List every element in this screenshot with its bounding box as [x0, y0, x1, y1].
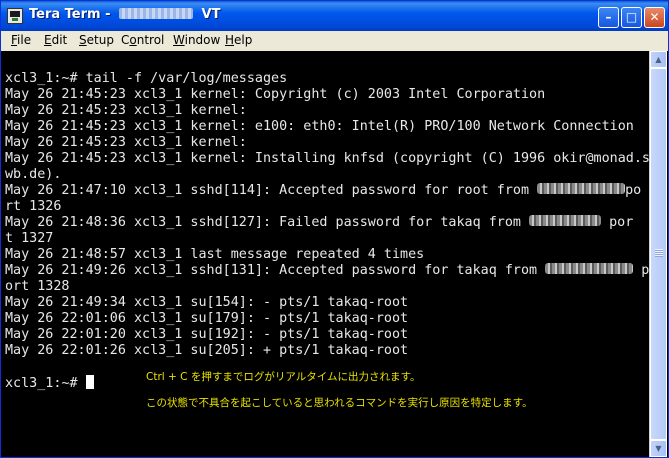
menu-setup[interactable]: Setup [79, 33, 114, 47]
terminal-line: May 26 21:48:36 xcl3_1 sshd[127]: Failed… [5, 215, 633, 231]
scroll-thumb[interactable] [650, 68, 667, 440]
terminal-prompt-line: xcl3_1:~# [5, 375, 94, 391]
annotation-ctrl-c: Ctrl + C を押すまでログがリアルタイムに出力されます。 [146, 371, 421, 383]
maximize-button[interactable]: □ [621, 7, 642, 28]
terminal-line: May 26 21:45:23 xcl3_1 kernel: [5, 135, 247, 150]
menu-help[interactable]: Help [225, 33, 252, 47]
terminal-line: ort 1328 [5, 279, 70, 294]
terminal-line: May 26 22:01:20 xcl3_1 su[192]: - pts/1 … [5, 327, 409, 342]
terminal-line-tail: por [601, 215, 634, 230]
terminal-line: May 26 21:49:26 xcl3_1 sshd[131]: Accept… [5, 263, 649, 279]
terminal-line: wb.de). [5, 167, 62, 182]
menu-window-accel: W [173, 33, 185, 47]
terminal-line: May 26 21:45:23 xcl3_1 kernel: e100: eth… [5, 119, 634, 134]
terminal-line: May 26 21:48:57 xcl3_1 last message repe… [5, 247, 425, 262]
terminal-line-tail: po [625, 183, 642, 198]
teraterm-app-icon[interactable] [7, 8, 23, 24]
redacted-ip-address [529, 215, 602, 226]
close-button[interactable]: ✕ [644, 7, 665, 28]
redacted-ip-address [537, 183, 626, 194]
menu-setup-accel: S [79, 33, 87, 47]
terminal-line-text: May 26 21:49:26 xcl3_1 sshd[131]: Accept… [5, 263, 546, 278]
redacted-ip-address [545, 263, 634, 274]
terminal-line-text: May 26 21:47:10 xcl3_1 sshd[114]: Accept… [5, 183, 538, 198]
window-title-prefix: Tera Term - [29, 7, 116, 22]
menu-window[interactable]: Window [173, 33, 220, 47]
menu-file[interactable]: File [11, 33, 31, 47]
menu-edit[interactable]: Edit [44, 33, 67, 47]
menu-file-rest: ile [17, 33, 32, 47]
terminal-line-text: May 26 21:48:36 xcl3_1 sshd[127]: Failed… [5, 215, 530, 230]
menu-control[interactable]: Control [121, 33, 164, 47]
teraterm-window: Tera Term - VT – □ ✕ File Edit Setup Con… [0, 0, 669, 458]
text-cursor [85, 375, 94, 389]
terminal-line: t 1327 [5, 231, 54, 246]
terminal-line: May 26 21:45:23 xcl3_1 kernel: [5, 103, 247, 118]
shell-prompt: xcl3_1:~# [5, 376, 86, 391]
terminal-line: May 26 21:47:10 xcl3_1 sshd[114]: Accept… [5, 183, 641, 199]
terminal-line: May 26 22:01:26 xcl3_1 su[205]: + pts/1 … [5, 343, 409, 358]
terminal-line: May 26 21:49:34 xcl3_1 su[154]: - pts/1 … [5, 295, 409, 310]
terminal-line: xcl3_1:~# tail -f /var/log/messages [5, 71, 288, 86]
terminal-screen[interactable]: xcl3_1:~# tail -f /var/log/messages May … [5, 71, 649, 457]
menu-help-rest: elp [234, 33, 253, 47]
scroll-down-arrow-icon[interactable]: ▼ [650, 440, 667, 457]
minimize-button[interactable]: – [598, 7, 619, 28]
menu-setup-rest: etup [86, 33, 114, 47]
vertical-scrollbar[interactable]: ▲ ▼ [649, 51, 667, 457]
terminal-client-area[interactable]: xcl3_1:~# tail -f /var/log/messages May … [1, 51, 668, 457]
menu-control-accel: o [129, 33, 137, 47]
terminal-line: rt 1326 [5, 199, 62, 214]
scroll-up-arrow-icon[interactable]: ▲ [650, 51, 667, 68]
menu-edit-accel: E [44, 33, 52, 47]
menu-control-rest: ntrol [136, 33, 165, 47]
terminal-line: May 26 22:01:06 xcl3_1 su[179]: - pts/1 … [5, 311, 409, 326]
terminal-line: May 26 21:45:23 xcl3_1 kernel: Installin… [5, 151, 649, 166]
annotation-find-cause: この状態で不具合を起こしていると思われるコマンドを実行し原因を特定します。 [146, 397, 533, 409]
menu-window-rest: indow [184, 33, 221, 47]
window-title: Tera Term - VT [29, 7, 221, 22]
title-bar[interactable]: Tera Term - VT – □ ✕ [1, 1, 668, 31]
window-title-suffix: VT [197, 7, 221, 22]
terminal-line: May 26 21:45:23 xcl3_1 kernel: Copyright… [5, 87, 546, 102]
menu-help-accel: H [225, 33, 235, 47]
menu-edit-rest: dit [51, 33, 68, 47]
menu-bar: File Edit Setup Control Window Help [1, 31, 668, 51]
terminal-line-tail: p [633, 263, 649, 278]
scroll-grip-icon [655, 249, 663, 257]
redacted-hostname [119, 8, 194, 19]
